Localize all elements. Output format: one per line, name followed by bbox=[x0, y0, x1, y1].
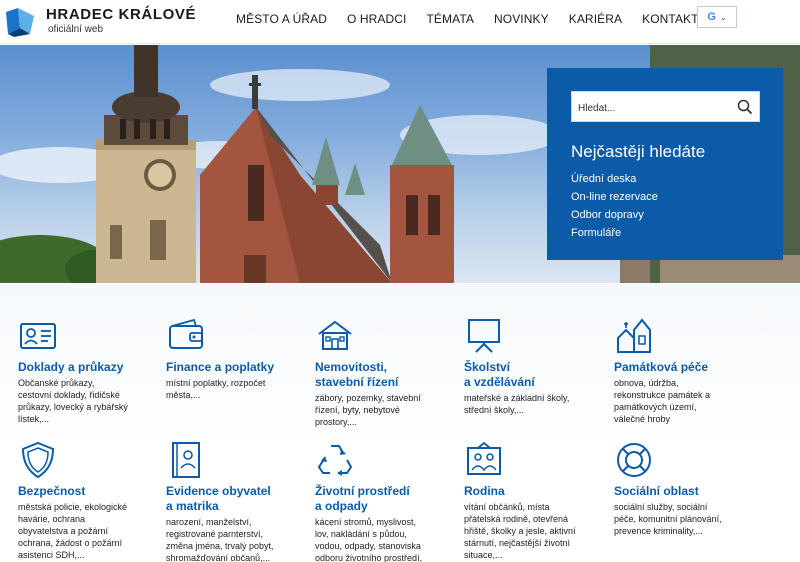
search-panel: Nejčastěji hledáte Úřední deska On-line … bbox=[547, 68, 783, 260]
logo-subtitle: oficiální web bbox=[48, 24, 104, 35]
tile-title: Životní prostředí a odpady bbox=[315, 484, 410, 513]
logo-title: HRADEC KRÁLOVÉ bbox=[46, 6, 197, 23]
tile-description: narození, manželství, registrované parnt… bbox=[166, 517, 274, 562]
lifebuoy-icon bbox=[617, 443, 651, 477]
nav-novinky[interactable]: NOVINKY bbox=[494, 12, 549, 26]
family-icon bbox=[467, 441, 501, 475]
tile-doklady[interactable]: Doklady a průkazy Občanské průkazy, cest… bbox=[18, 316, 158, 425]
nav-o-hradci[interactable]: O HRADCI bbox=[347, 12, 406, 26]
tile-rodina[interactable]: Rodina vítání občánků, místa přátelská r… bbox=[464, 440, 604, 561]
tile-description: zábory, pozemky, stavební řízení, byty, … bbox=[315, 393, 421, 427]
quick-link-formulare[interactable]: Formuláře bbox=[571, 224, 658, 242]
nav-mesto-a-urad[interactable]: MĚSTO A ÚŘAD bbox=[236, 12, 327, 26]
quick-link-online-rezervace[interactable]: On-line rezervace bbox=[571, 188, 658, 206]
tile-skolstvi[interactable]: Školství a vzdělávání mateřské a základn… bbox=[464, 316, 604, 416]
tile-description: vítání občánků, místa přátelská rodině, … bbox=[464, 502, 576, 560]
nav-temata[interactable]: TÉMATA bbox=[427, 12, 475, 26]
frequent-searches-list: Úřední deska On-line rezervace Odbor dop… bbox=[571, 170, 658, 242]
language-select-button[interactable]: G ⌄ bbox=[697, 6, 737, 28]
tile-description: městská policie, ekologické havárie, och… bbox=[18, 502, 128, 560]
tile-title: Školství a vzdělávání bbox=[464, 360, 535, 389]
topic-tiles-grid: Doklady a průkazy Občanské průkazy, cest… bbox=[0, 284, 800, 562]
logo-mark-icon bbox=[6, 8, 34, 37]
frequent-searches-heading: Nejčastěji hledáte bbox=[571, 142, 706, 161]
registry-book-icon bbox=[172, 442, 200, 478]
chevron-down-icon: ⌄ bbox=[719, 12, 727, 22]
tile-description: mateřské a základní školy, střední školy… bbox=[464, 393, 570, 415]
tile-finance[interactable]: Finance a poplatky místní poplatky, rozp… bbox=[166, 316, 306, 401]
tile-description: sociální služby, sociální péče, komunitn… bbox=[614, 502, 722, 536]
tile-description: kácení stromů, myslivost, lov, nakládání… bbox=[315, 517, 423, 562]
tile-title: Finance a poplatky bbox=[166, 360, 275, 374]
search-input[interactable] bbox=[578, 100, 728, 116]
site-header: HRADEC KRÁLOVÉ oficiální web MĚSTO A ÚŘA… bbox=[0, 0, 800, 44]
monument-icon bbox=[617, 318, 651, 353]
tile-pamatkova-pece[interactable]: Památková péče obnova, údržba, rekonstru… bbox=[614, 316, 754, 425]
site-logo[interactable]: HRADEC KRÁLOVÉ oficiální web bbox=[4, 6, 196, 38]
house-icon bbox=[318, 320, 352, 350]
wallet-icon bbox=[169, 318, 203, 349]
tile-description: místní poplatky, rozpočet města,... bbox=[166, 378, 266, 400]
tile-socialni-oblast[interactable]: Sociální oblast sociální služby, sociáln… bbox=[614, 440, 754, 537]
tile-title: Sociální oblast bbox=[614, 484, 699, 498]
tile-title: Evidence obyvatel a matrika bbox=[166, 484, 271, 513]
shield-icon bbox=[21, 441, 55, 479]
recycle-icon bbox=[317, 445, 353, 476]
tile-title: Rodina bbox=[464, 484, 505, 498]
main-nav: MĚSTO A ÚŘAD O HRADCI TÉMATA NOVINKY KAR… bbox=[236, 0, 727, 38]
google-translate-icon: G bbox=[707, 11, 716, 23]
quick-link-odbor-dopravy[interactable]: Odbor dopravy bbox=[571, 206, 658, 224]
tile-description: obnova, údržba, rekonstrukce památek a p… bbox=[614, 378, 711, 424]
quick-link-uredni-deska[interactable]: Úřední deska bbox=[571, 170, 658, 188]
tile-title: Nemovitosti, stavební řízení bbox=[315, 360, 399, 389]
tile-description: Občanské průkazy, cestovní doklady, řidi… bbox=[18, 378, 128, 424]
search-box bbox=[571, 91, 760, 122]
tile-zivotni-prostredi[interactable]: Životní prostředí a odpady kácení stromů… bbox=[315, 440, 455, 562]
tile-title: Památková péče bbox=[614, 360, 709, 374]
nav-kariera[interactable]: KARIÉRA bbox=[569, 12, 622, 26]
tile-evidence-obyvatel[interactable]: Evidence obyvatel a matrika narození, ma… bbox=[166, 440, 306, 562]
tile-title: Doklady a průkazy bbox=[18, 360, 124, 374]
search-icon[interactable] bbox=[737, 99, 753, 115]
tile-nemovitosti[interactable]: Nemovitosti, stavební řízení zábory, poz… bbox=[315, 316, 455, 428]
id-card-icon bbox=[20, 323, 56, 349]
tile-bezpecnost[interactable]: Bezpečnost městská policie, ekologické h… bbox=[18, 440, 158, 561]
chalkboard-icon bbox=[468, 319, 500, 353]
tile-title: Bezpečnost bbox=[18, 484, 86, 498]
